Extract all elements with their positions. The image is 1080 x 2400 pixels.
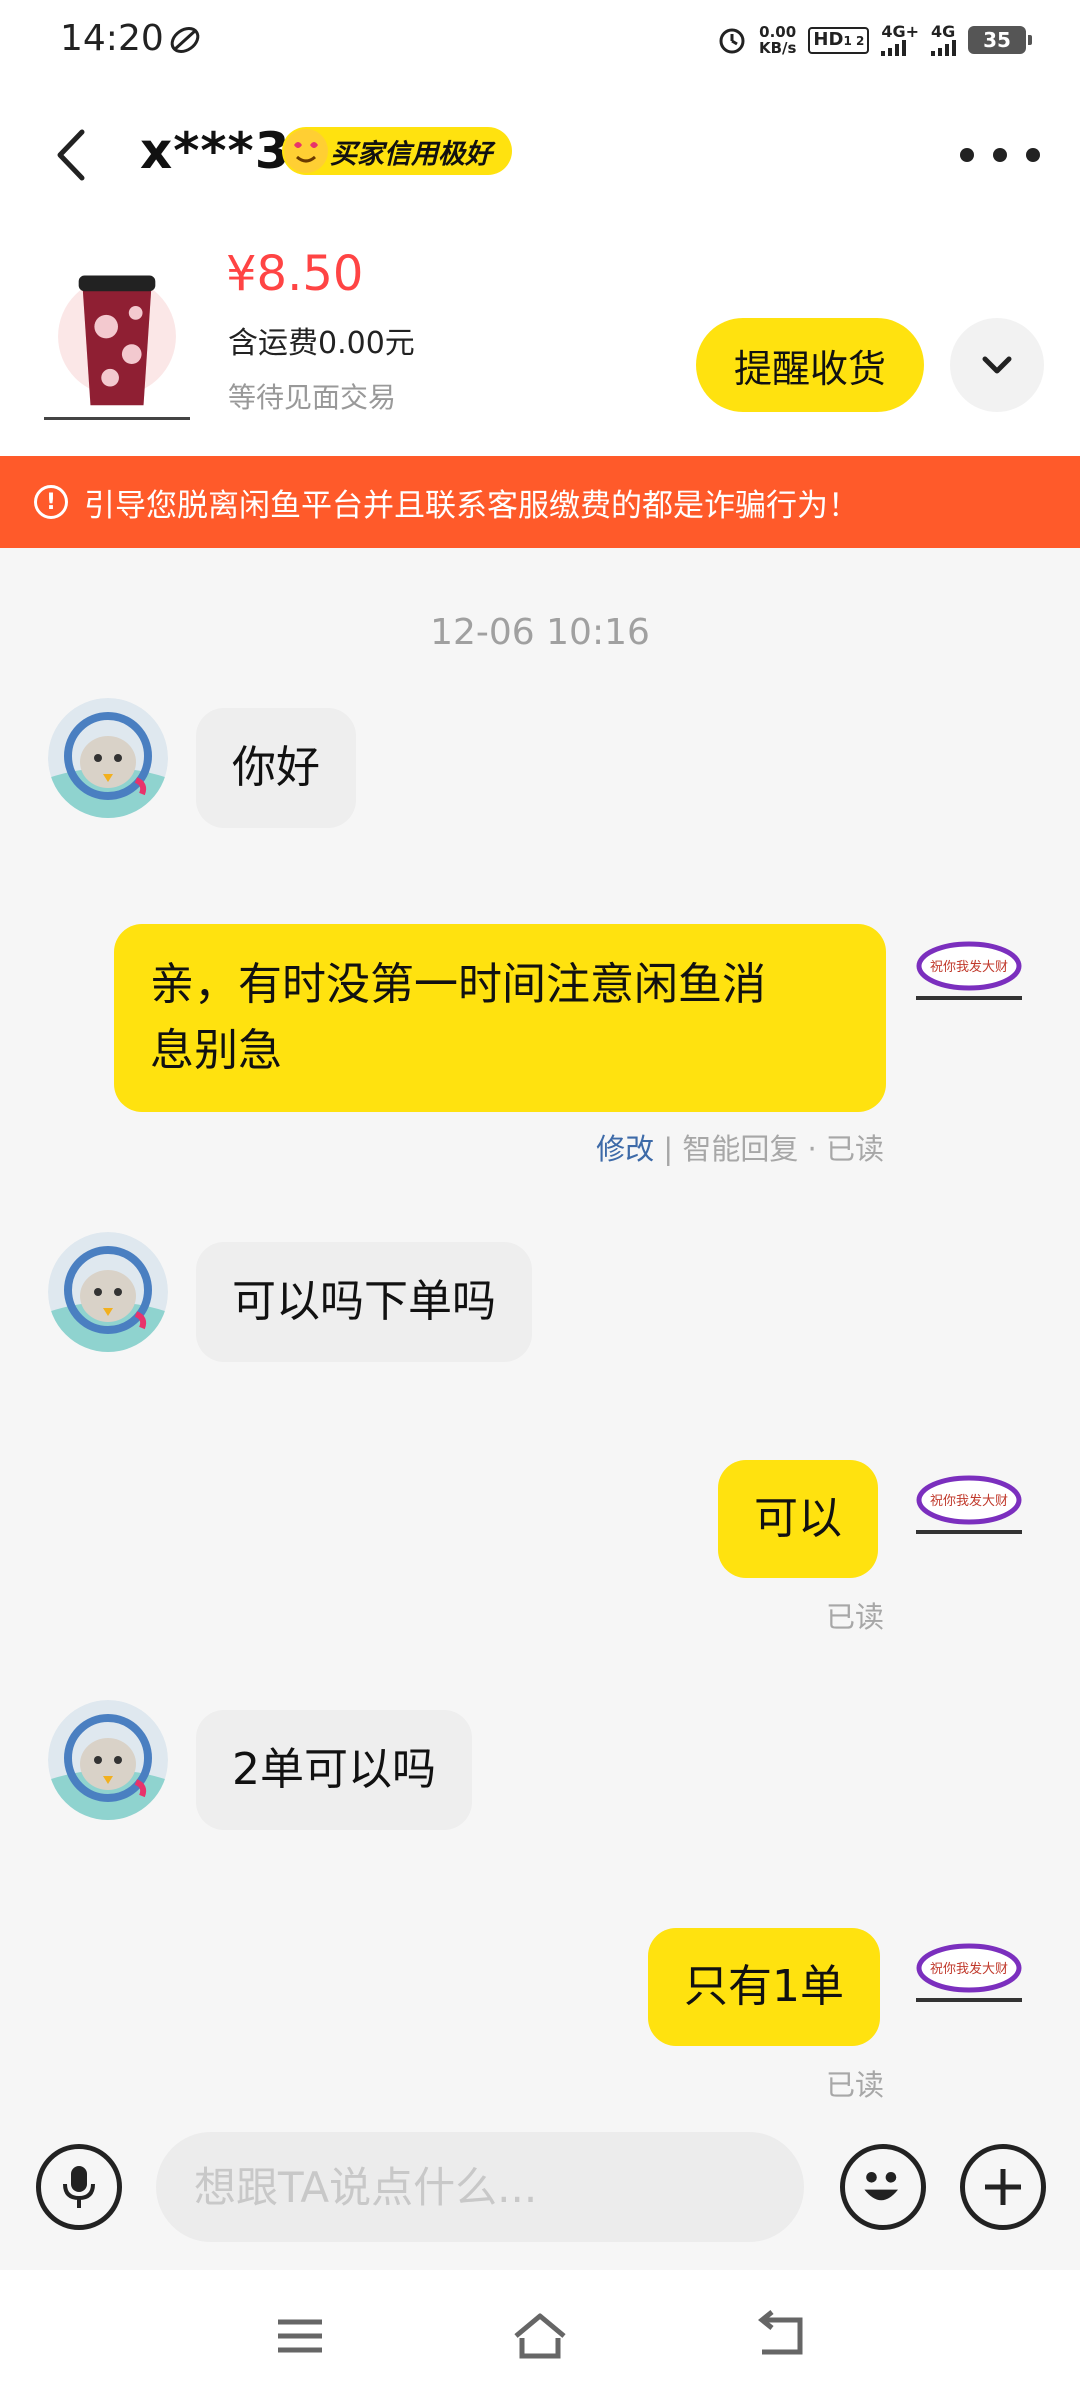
network-speed: 0.00 KB/s (758, 23, 797, 57)
product-image[interactable] (44, 248, 190, 420)
message-bubble-outgoing[interactable]: 亲，有时没第一时间注意闲鱼消 息别急 (114, 924, 886, 1112)
menu-icon[interactable] (270, 2308, 330, 2364)
warning-text: 引导您脱离闲鱼平台并且联系客服缴费的都是诈骗行为！ (84, 487, 859, 524)
product-card[interactable]: ¥8.50 含运费0.00元 等待见面交易 提醒收货 (0, 230, 1080, 456)
signal-4g: 4G (931, 24, 956, 56)
status-icons: 0.00 KB/s HD1 2 4G+ 4G 35 (717, 20, 1032, 60)
message-bubble-incoming[interactable]: 2单可以吗 (196, 1710, 472, 1830)
svg-text:祝你我发大财: 祝你我发大财 (930, 959, 1008, 975)
product-price: ¥8.50 (226, 246, 364, 302)
input-bar (0, 2120, 1080, 2270)
read-receipt: 已读 (825, 1600, 884, 1634)
plus-button[interactable] (960, 2144, 1046, 2230)
signal-4g-plus: 4G+ (881, 24, 919, 56)
expand-button[interactable] (950, 318, 1044, 412)
heart-eyes-emoji-icon (284, 129, 328, 173)
hd-badge: HD1 2 (808, 26, 870, 54)
signal-bars-icon (931, 40, 956, 56)
plus-icon (985, 2169, 1021, 2205)
more-options-button[interactable] (960, 135, 1040, 175)
voice-button[interactable] (36, 2144, 122, 2230)
contact-avatar[interactable] (48, 1700, 168, 1820)
my-avatar[interactable]: 祝你我发大财 (914, 1936, 1024, 2006)
message-bubble-outgoing[interactable]: 可以 (718, 1460, 878, 1578)
message-bubble-incoming[interactable]: 可以吗下单吗 (196, 1242, 532, 1362)
alarm-icon (719, 28, 745, 54)
svg-text:祝你我发大财: 祝你我发大财 (930, 1961, 1008, 1977)
system-nav-bar (0, 2270, 1080, 2400)
status-time: 14:20 (60, 18, 164, 59)
status-bar: 14:20 0.00 KB/s HD1 2 4G+ 4G 35 (0, 0, 1080, 80)
fraud-warning-banner: ! 引导您脱离闲鱼平台并且联系客服缴费的都是诈骗行为！ (0, 456, 1080, 548)
signal-bars-icon (881, 40, 907, 56)
message-bubble-outgoing[interactable]: 只有1单 (648, 1928, 880, 2046)
chat-timestamp: 12-06 10:16 (430, 612, 650, 653)
microphone-icon (63, 2166, 95, 2208)
my-avatar[interactable]: 祝你我发大财 (914, 934, 1024, 1004)
shipping-fee: 含运费0.00元 (228, 326, 415, 361)
home-icon[interactable] (510, 2308, 570, 2364)
remind-receive-button[interactable]: 提醒收货 (696, 318, 924, 412)
more-dots-icon (960, 148, 974, 162)
message-line: 亲，有时没第一时间注意闲鱼消 (150, 959, 766, 1010)
exclamation-circle-icon: ! (34, 485, 68, 519)
chat-header: x***3 买家信用极好 (0, 80, 1080, 230)
my-avatar[interactable]: 祝你我发大财 (914, 1468, 1024, 1538)
emoji-icon[interactable] (840, 2144, 926, 2230)
battery-indicator: 35 (968, 26, 1032, 54)
credit-badge[interactable]: 买家信用极好 (282, 127, 512, 175)
read-receipt: 已读 (825, 2068, 884, 2102)
contact-avatar[interactable] (48, 1232, 168, 1352)
edit-link[interactable]: 修改 (596, 1132, 654, 1166)
svg-text:祝你我发大财: 祝你我发大财 (930, 1493, 1008, 1509)
chevron-down-icon (982, 356, 1012, 374)
credit-badge-label: 买家信用极好 (330, 138, 492, 170)
back-arrow-icon[interactable] (44, 120, 104, 190)
user-name[interactable]: x***3 (140, 122, 290, 180)
message-bubble-incoming[interactable]: 你好 (196, 708, 356, 828)
trade-status: 等待见面交易 (228, 381, 397, 414)
message-line: 息别急 (150, 1025, 282, 1076)
message-input[interactable] (156, 2132, 804, 2242)
back-nav-icon[interactable] (752, 2308, 812, 2364)
contact-avatar[interactable] (48, 698, 168, 818)
app-notification-icon (170, 27, 200, 53)
message-meta: 修改 | 智能回复 · 已读 (596, 1132, 884, 1166)
